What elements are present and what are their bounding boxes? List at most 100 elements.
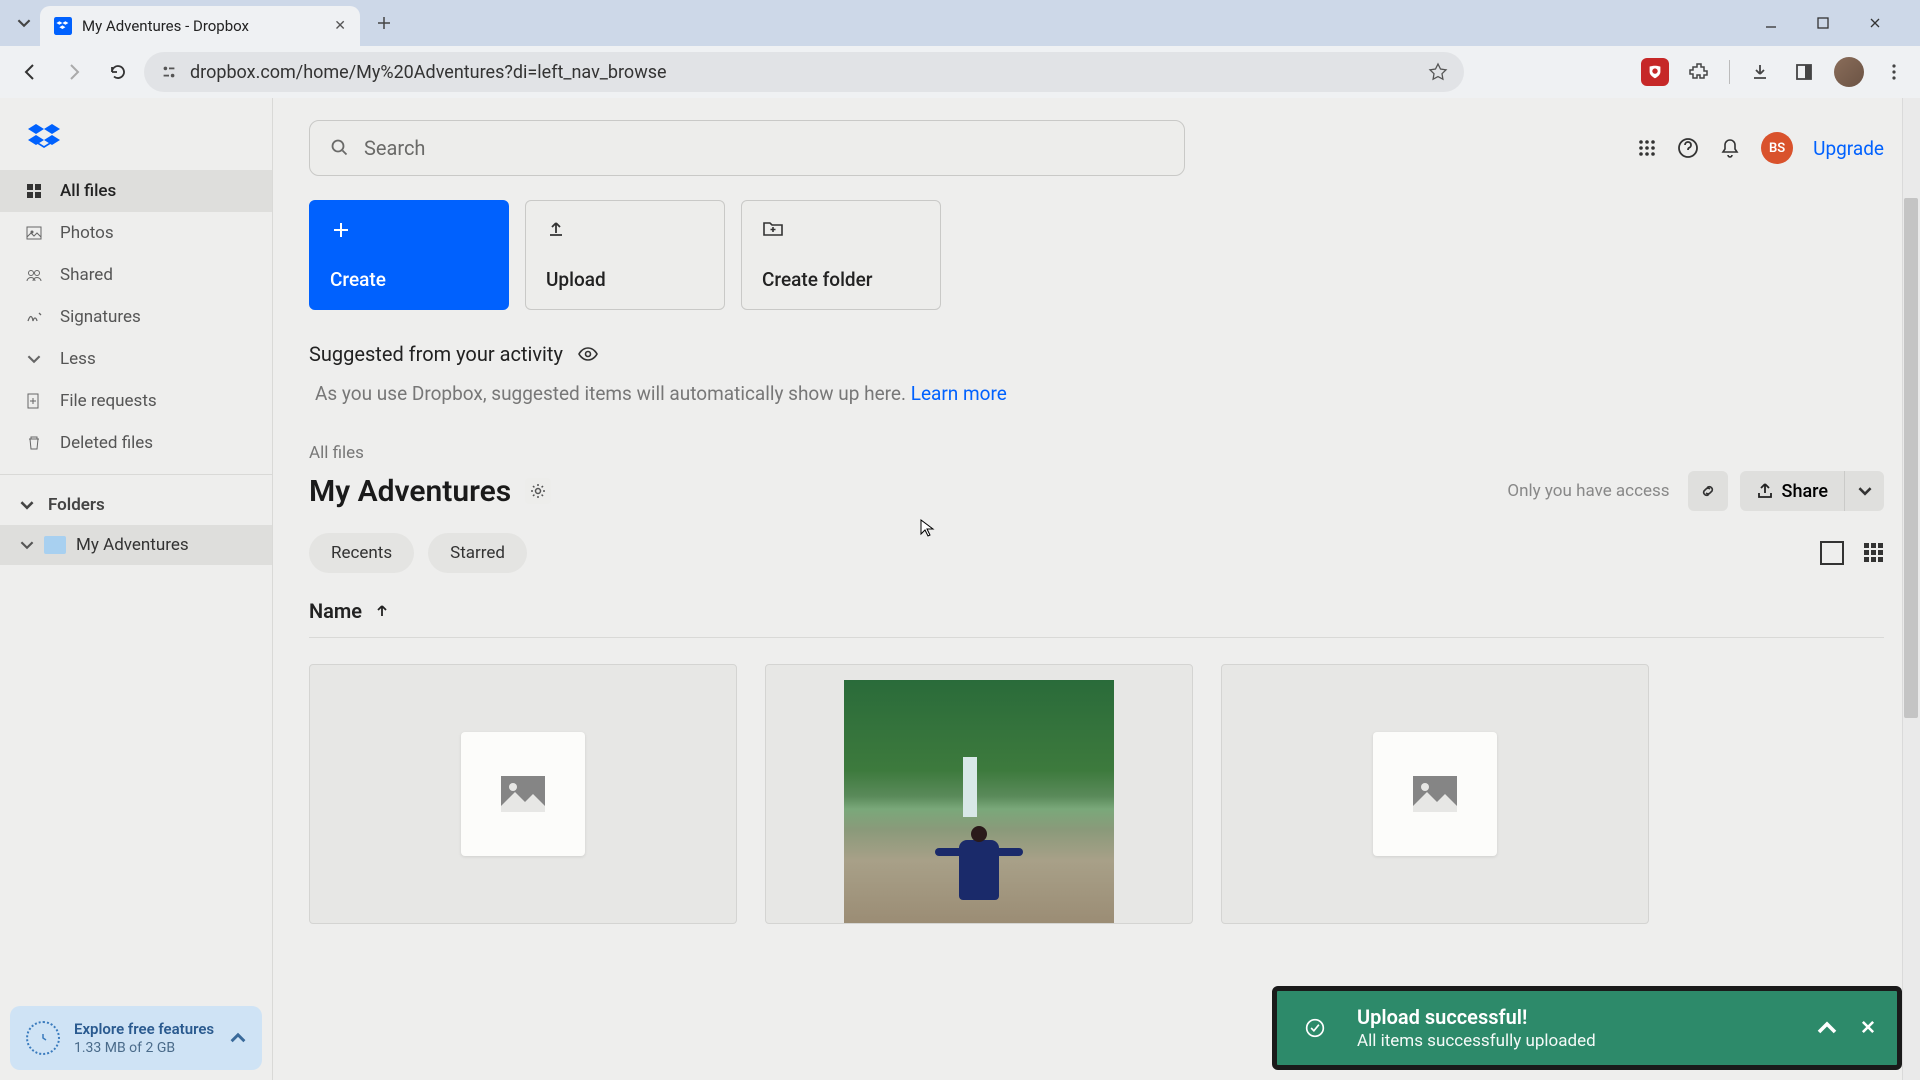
file-requests-icon	[24, 391, 44, 411]
breadcrumb[interactable]: All files	[273, 431, 1920, 467]
reload-button[interactable]	[100, 54, 136, 90]
chrome-menu-button[interactable]	[1880, 58, 1908, 86]
sidebar-item-file-requests[interactable]: File requests	[0, 380, 272, 422]
chevron-right-icon[interactable]	[20, 538, 34, 552]
sidebar-item-label: All files	[60, 181, 116, 201]
dropbox-logo[interactable]	[0, 98, 272, 170]
bell-icon[interactable]	[1719, 137, 1741, 159]
eye-icon[interactable]	[577, 343, 599, 365]
folder-label: My Adventures	[76, 535, 189, 555]
create-folder-button[interactable]: Create folder	[741, 200, 941, 310]
folder-header: My Adventures Only you have access Share	[273, 467, 1920, 529]
site-settings-icon[interactable]	[160, 63, 178, 81]
browser-tab[interactable]: My Adventures - Dropbox ✕	[40, 6, 360, 46]
column-header[interactable]: Name	[309, 591, 1884, 638]
toast-actions	[1817, 1018, 1877, 1038]
file-tile[interactable]	[1221, 664, 1649, 924]
top-actions: BS Upgrade	[1637, 132, 1884, 164]
access-text: Only you have access	[1507, 481, 1669, 501]
close-window-button[interactable]	[1868, 16, 1896, 30]
toast-body: Upload successful! All items successfull…	[1357, 1005, 1797, 1051]
recents-pill[interactable]: Recents	[309, 533, 414, 573]
create-label: Create	[330, 268, 488, 291]
create-button[interactable]: Create	[309, 200, 509, 310]
folder-settings-button[interactable]	[525, 478, 551, 504]
close-icon	[1859, 1018, 1877, 1036]
chevron-down-icon	[24, 349, 44, 369]
chevron-up-icon	[1817, 1018, 1837, 1038]
maximize-button[interactable]	[1816, 16, 1844, 30]
folder-title: My Adventures	[309, 474, 511, 509]
primary-actions: Create Upload Create folder	[273, 192, 1920, 332]
suggested-heading: Suggested from your activity	[309, 342, 1884, 366]
downloads-button[interactable]	[1746, 58, 1774, 86]
bookmark-star-icon[interactable]	[1428, 62, 1448, 82]
nav-separator	[0, 474, 272, 475]
sidebar-nav: All files Photos Shared Signatures Less …	[0, 170, 272, 565]
tab-search-dropdown[interactable]	[8, 7, 40, 39]
sidebar-item-photos[interactable]: Photos	[0, 212, 272, 254]
suggested-section: Suggested from your activity As you use …	[273, 332, 1920, 431]
toast-collapse-button[interactable]	[1817, 1018, 1837, 1038]
file-tile[interactable]	[765, 664, 1193, 924]
storage-card[interactable]: Explore free features 1.33 MB of 2 GB	[10, 1006, 262, 1070]
browser-chrome: My Adventures - Dropbox ✕ dropbox.com/ho…	[0, 0, 1920, 98]
share-button[interactable]: Share	[1740, 471, 1844, 511]
chevron-down-icon	[20, 498, 34, 512]
side-panel-button[interactable]	[1790, 58, 1818, 86]
tab-close-icon[interactable]: ✕	[334, 18, 346, 34]
upload-button[interactable]: Upload	[525, 200, 725, 310]
sidebar-item-signatures[interactable]: Signatures	[0, 296, 272, 338]
topbar: Search BS Upgrade	[273, 98, 1920, 192]
scrollbar[interactable]	[1902, 98, 1920, 1080]
sidebar-item-less[interactable]: Less	[0, 338, 272, 380]
search-input[interactable]: Search	[309, 120, 1185, 176]
folder-tree-item[interactable]: My Adventures	[0, 525, 272, 565]
link-icon	[1699, 482, 1717, 500]
file-tile[interactable]	[309, 664, 737, 924]
omnibox[interactable]: dropbox.com/home/My%20Adventures?di=left…	[144, 52, 1464, 92]
trash-icon	[24, 433, 44, 453]
storage-meter-icon	[26, 1021, 60, 1055]
profile-avatar[interactable]	[1834, 57, 1864, 87]
sidebar-item-shared[interactable]: Shared	[0, 254, 272, 296]
share-dropdown-button[interactable]	[1844, 471, 1884, 511]
apps-grid-icon[interactable]	[1637, 138, 1657, 158]
upgrade-link[interactable]: Upgrade	[1813, 137, 1884, 160]
extensions-button[interactable]	[1685, 58, 1713, 86]
back-button[interactable]	[12, 54, 48, 90]
signatures-icon	[24, 307, 44, 327]
files-icon	[24, 181, 44, 201]
new-tab-button[interactable]	[368, 7, 400, 39]
sidebar-item-deleted-files[interactable]: Deleted files	[0, 422, 272, 464]
toast-progress-icon	[1297, 1018, 1337, 1038]
tab-strip: My Adventures - Dropbox ✕	[0, 0, 1920, 46]
minimize-button[interactable]	[1764, 16, 1792, 30]
scrollbar-thumb[interactable]	[1904, 198, 1918, 718]
user-avatar[interactable]: BS	[1761, 132, 1793, 164]
storage-usage: 1.33 MB of 2 GB	[74, 1040, 216, 1056]
copy-link-button[interactable]	[1688, 471, 1728, 511]
upload-label: Upload	[546, 268, 704, 291]
chevron-up-icon[interactable]	[230, 1030, 246, 1046]
sidebar-item-all-files[interactable]: All files	[0, 170, 272, 212]
learn-more-link[interactable]: Learn more	[911, 382, 1007, 405]
ublock-extension-icon[interactable]	[1641, 58, 1669, 86]
grid-view-toggle[interactable]	[1862, 541, 1884, 565]
file-tiles	[273, 638, 1920, 950]
gear-icon	[529, 482, 547, 500]
folder-icon	[44, 536, 66, 554]
sort-arrow-up-icon	[374, 603, 390, 619]
folders-header[interactable]: Folders	[0, 485, 272, 525]
suggested-body: As you use Dropbox, suggested items will…	[309, 366, 1884, 421]
sidebar: All files Photos Shared Signatures Less …	[0, 98, 273, 1080]
help-icon[interactable]	[1677, 137, 1699, 159]
divider	[1729, 60, 1730, 84]
view-toggles	[1820, 541, 1884, 565]
forward-button[interactable]	[56, 54, 92, 90]
dropbox-favicon-icon	[54, 17, 72, 35]
address-bar: dropbox.com/home/My%20Adventures?di=left…	[0, 46, 1920, 98]
starred-pill[interactable]: Starred	[428, 533, 527, 573]
list-view-toggle[interactable]	[1820, 541, 1844, 565]
toast-close-button[interactable]	[1859, 1018, 1877, 1038]
